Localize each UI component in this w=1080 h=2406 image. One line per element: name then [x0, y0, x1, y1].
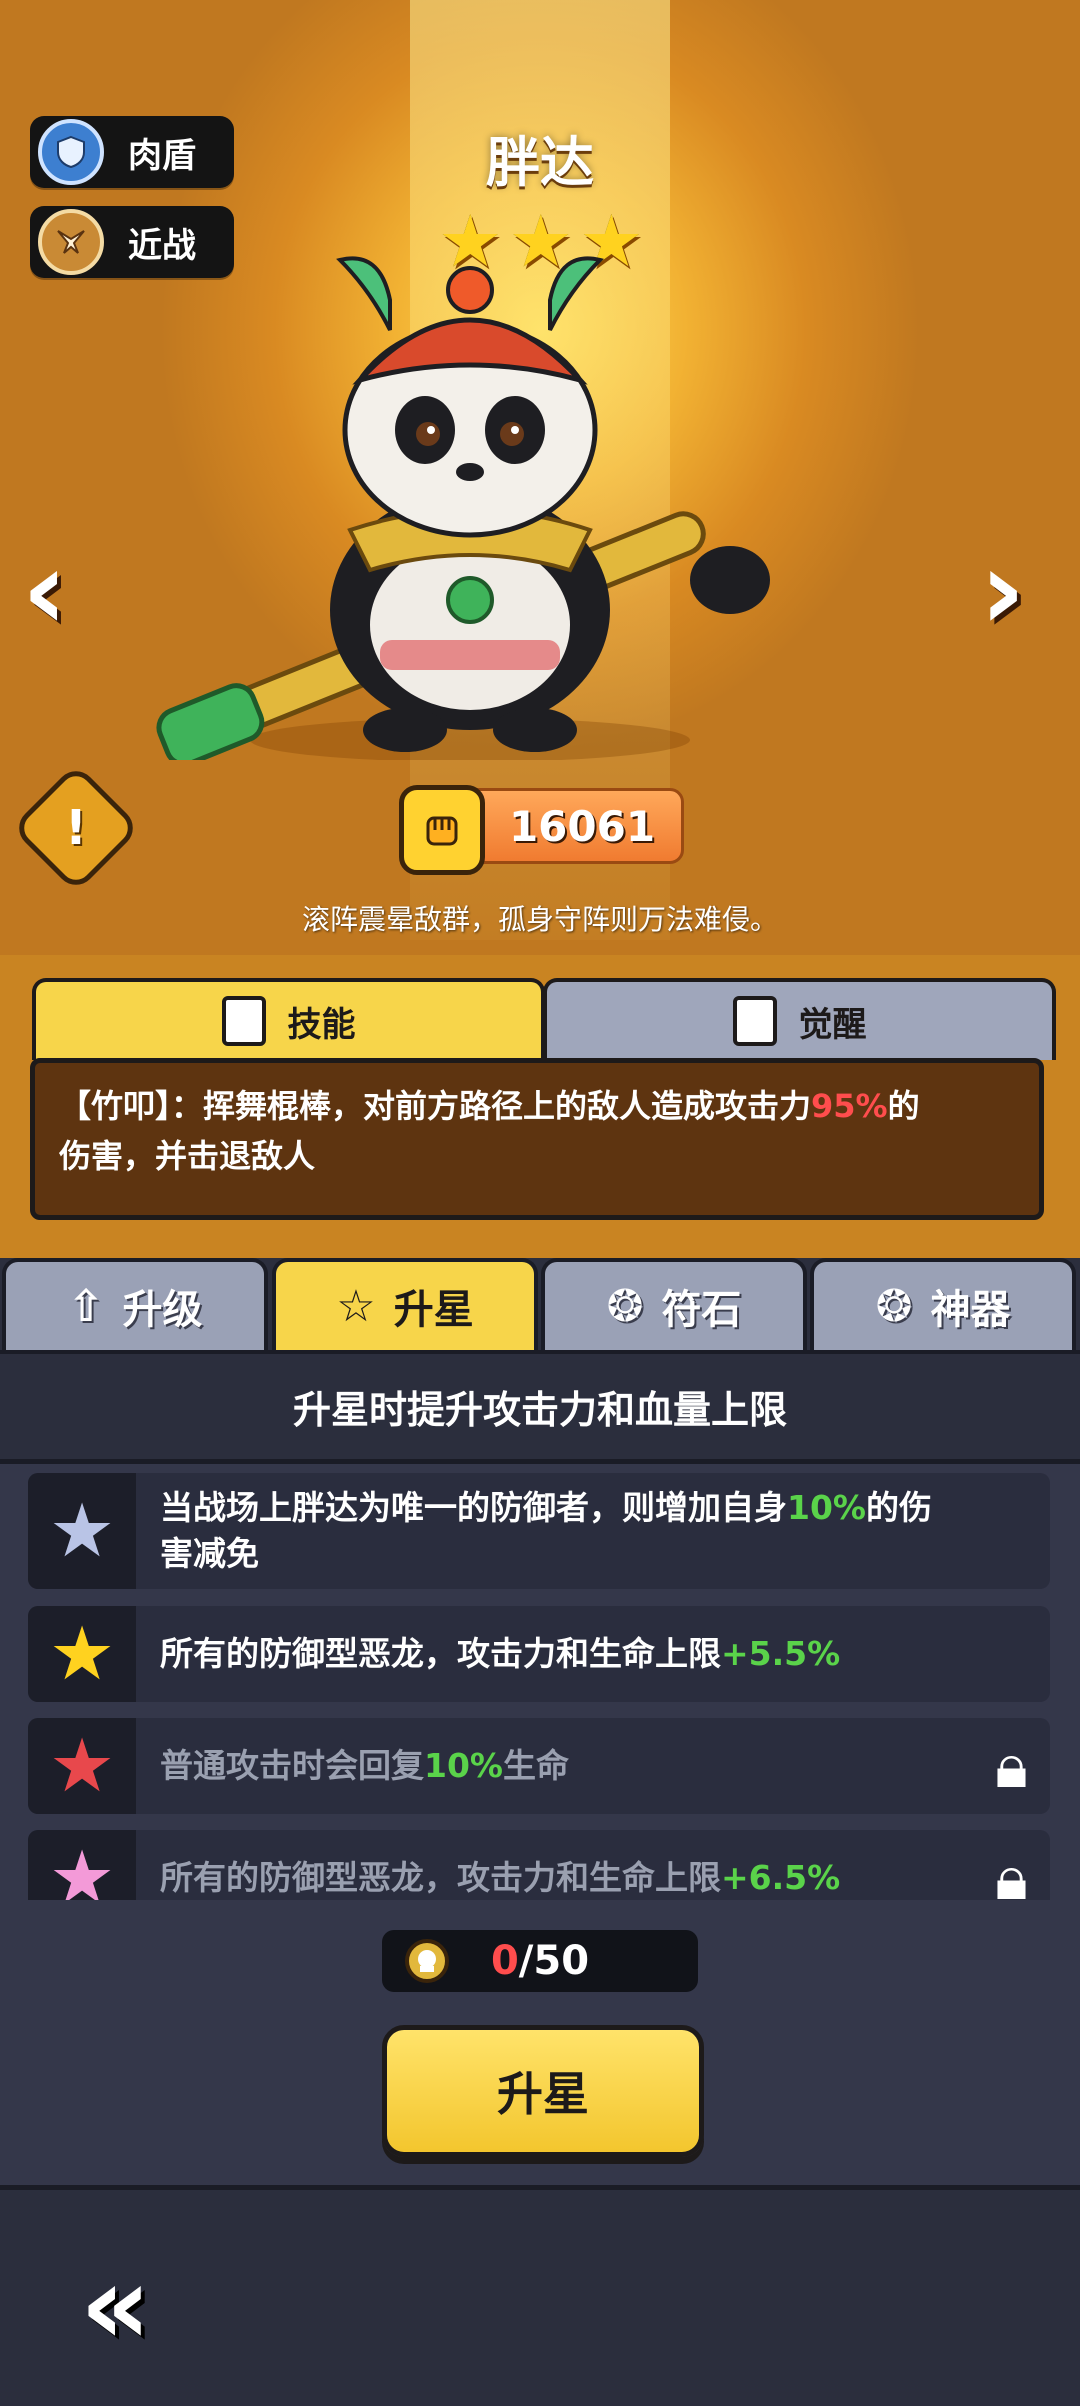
- red-star-icon: ★: [28, 1718, 136, 1814]
- skill-description: 【竹叩】：挥舞棍棒，对前方路径上的敌人造成攻击力95%的 伤害，并击退敌人: [30, 1058, 1044, 1220]
- portrait-icon: [732, 996, 777, 1046]
- tab-label: 升星: [393, 1287, 474, 1333]
- melee-icon: [38, 209, 104, 275]
- tab-label: 觉醒: [798, 1004, 867, 1045]
- star-up-button[interactable]: 升星: [382, 2025, 704, 2157]
- fist-icon: [399, 785, 485, 875]
- lock-icon: 🔒︎: [995, 1841, 1028, 1900]
- bonus-text: 所有的防御型恶龙，攻击力和生命上限+6.5%: [160, 1858, 841, 1897]
- tab-upgrade[interactable]: ⇧ 升级: [2, 1258, 268, 1350]
- hero-menu-tabs: ⇧ 升级 ☆ 升星 ❂ 符石 ❂ 神器: [0, 1258, 1080, 1350]
- next-hero-arrow[interactable]: ›: [980, 535, 1025, 645]
- hero-tagline: 滚阵震晕敌群，孤身守阵则万法难侵。: [301, 903, 778, 936]
- star-outline-icon: ☆: [336, 1280, 376, 1332]
- list-item: ★ 所有的防御型恶龙，攻击力和生命上限+5.5%: [28, 1606, 1050, 1702]
- list-item: ★ 所有的防御型恶龙，攻击力和生命上限+6.5% 🔒︎: [28, 1830, 1050, 1900]
- tab-rune[interactable]: ❂ 符石: [541, 1258, 807, 1350]
- bonus-text: 普通攻击时会回复10%生命: [160, 1746, 569, 1785]
- material-separator: /: [518, 1938, 534, 1984]
- bonus-text: 所有的防御型恶龙，攻击力和生命上限+5.5%: [160, 1634, 841, 1673]
- star-bonus-list[interactable]: ★ 当战场上胖达为唯一的防御者，则增加自身10%的伤 害减免 ★ 所有的防御型恶龙…: [0, 1350, 1080, 1900]
- gold-star-icon: ★: [28, 1606, 136, 1702]
- tab-awaken[interactable]: 觉醒: [543, 978, 1056, 1060]
- tab-label: 升级: [122, 1287, 203, 1333]
- arrow-up-icon: ⇧: [67, 1280, 105, 1332]
- back-button[interactable]: «: [80, 2250, 151, 2360]
- footer-bar: «: [0, 2185, 1080, 2406]
- skill-value: 95%: [811, 1087, 888, 1125]
- material-current: 0: [490, 1938, 519, 1984]
- tab-label: 符石: [661, 1287, 742, 1333]
- info-button[interactable]: !: [10, 762, 142, 894]
- bonus-text: 当战场上胖达为唯一的防御者，则增加自身10%的伤 害减免: [160, 1488, 932, 1573]
- book-icon: [221, 996, 266, 1046]
- tab-star-up[interactable]: ☆ 升星: [272, 1258, 538, 1350]
- material-required: 50: [533, 1938, 590, 1984]
- artifact-icon: ❂: [875, 1280, 913, 1332]
- hero-portrait: [156, 256, 770, 760]
- hero-display: 肉盾 近战 胖达 ★ ★ ★ ‹ › ! 16061 滚阵震晕敌群，孤身守阵则万…: [0, 0, 1080, 955]
- skill-text: 的: [887, 1087, 920, 1125]
- hero-name: 胖达: [486, 131, 594, 194]
- tab-label: 神器: [930, 1287, 1011, 1333]
- material-counter: 0/50: [382, 1930, 698, 1992]
- skill-text: 【竹叩】：挥舞棍棒，对前方路径上的敌人造成攻击力: [59, 1087, 812, 1125]
- tab-artifact[interactable]: ❂ 神器: [810, 1258, 1076, 1350]
- combat-power: 16061: [399, 785, 684, 875]
- rune-icon: ❂: [606, 1280, 644, 1332]
- prev-hero-arrow[interactable]: ‹: [22, 535, 67, 645]
- exclamation-icon: !: [65, 800, 87, 856]
- tab-skill[interactable]: 技能: [32, 978, 545, 1060]
- tab-label: 技能: [287, 1004, 356, 1045]
- lock-icon: 🔒︎: [995, 1729, 1028, 1802]
- skill-text: 伤害，并击退敌人: [59, 1137, 316, 1175]
- silver-star-icon: ★: [28, 1473, 136, 1589]
- list-item: ★ 普通攻击时会回复10%生命 🔒︎: [28, 1718, 1050, 1814]
- list-item: ★ 当战场上胖达为唯一的防御者，则增加自身10%的伤 害减免: [28, 1473, 1050, 1589]
- pink-star-icon: ★: [28, 1830, 136, 1900]
- combat-power-value: 16061: [508, 801, 656, 851]
